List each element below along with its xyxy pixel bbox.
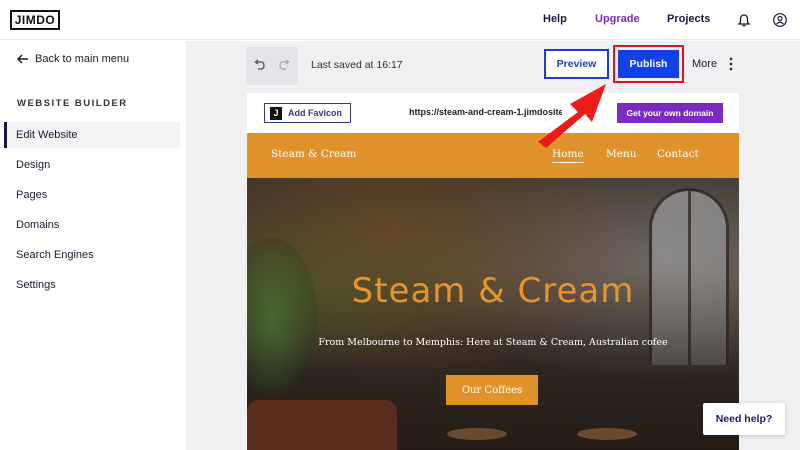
hero-subtitle: From Melbourne to Memphis: Here at Steam… [318,337,668,348]
undo-icon[interactable] [253,57,265,75]
more-menu[interactable]: More [692,57,733,71]
back-label: Back to main menu [35,53,130,65]
hero-background-table [577,428,637,440]
website-preview: J Add Favicon https://steam-and-cream-1.… [247,93,739,450]
redo-icon[interactable] [279,57,291,75]
sidebar-item-domains[interactable]: Domains [4,212,180,238]
hero-section: Steam & Cream From Melbourne to Memphis:… [247,178,739,450]
favicon-badge: J [270,106,282,120]
sidebar-item-pages[interactable]: Pages [4,182,180,208]
bell-icon[interactable] [735,11,753,29]
arrow-left-icon [17,54,28,64]
site-nav-contact[interactable]: Contact [657,148,699,160]
hero-background-sofa [247,400,397,450]
vertical-dots-icon [729,57,733,71]
get-domain-button[interactable]: Get your own domain [617,103,723,123]
back-to-main-menu[interactable]: Back to main menu [17,53,129,65]
user-icon[interactable] [771,11,789,29]
hero-background-plant [247,238,317,398]
jimdo-logo[interactable]: JIMDO [10,10,60,30]
site-url[interactable]: https://steam-and-cream-1.jimdosite.com [402,106,562,118]
sidebar-item-design[interactable]: Design [4,152,180,178]
preview-button[interactable]: Preview [544,49,609,79]
site-navigation: Steam & Cream Home Menu Contact [247,133,739,178]
site-url-text: https://steam-and-cream-1.jimdosite.com [409,107,562,117]
undo-redo-group [246,47,298,85]
sidebar-item-search-engines[interactable]: Search Engines [4,242,180,268]
add-favicon-label: Add Favicon [288,108,343,118]
more-label: More [692,58,718,70]
our-coffees-button[interactable]: Our Coffees [446,375,538,405]
site-settings-bar: J Add Favicon https://steam-and-cream-1.… [247,93,739,133]
section-title: WEBSITE BUILDER [17,98,128,109]
need-help-button[interactable]: Need help? [703,403,785,435]
editor-area: Last saved at 16:17 Preview Publish More… [186,41,800,450]
sidebar: Back to main menu WEBSITE BUILDER Edit W… [0,41,186,450]
site-nav-menu[interactable]: Menu [606,148,637,160]
last-saved-text: Last saved at 16:17 [311,59,403,71]
site-nav-home[interactable]: Home [552,148,584,163]
publish-highlight-box: Publish [613,45,684,83]
sidebar-item-edit-website[interactable]: Edit Website [4,122,180,148]
top-bar: JIMDO Help Upgrade Projects [0,0,800,40]
projects-link[interactable]: Projects [667,13,710,25]
hero-background-table [447,428,507,440]
site-brand[interactable]: Steam & Cream [271,148,356,160]
sidebar-item-settings[interactable]: Settings [4,272,180,298]
help-link[interactable]: Help [543,13,567,25]
add-favicon-button[interactable]: J Add Favicon [264,103,351,123]
upgrade-link[interactable]: Upgrade [595,13,640,25]
hero-title: Steam & Cream [351,271,635,311]
publish-button[interactable]: Publish [618,50,679,78]
